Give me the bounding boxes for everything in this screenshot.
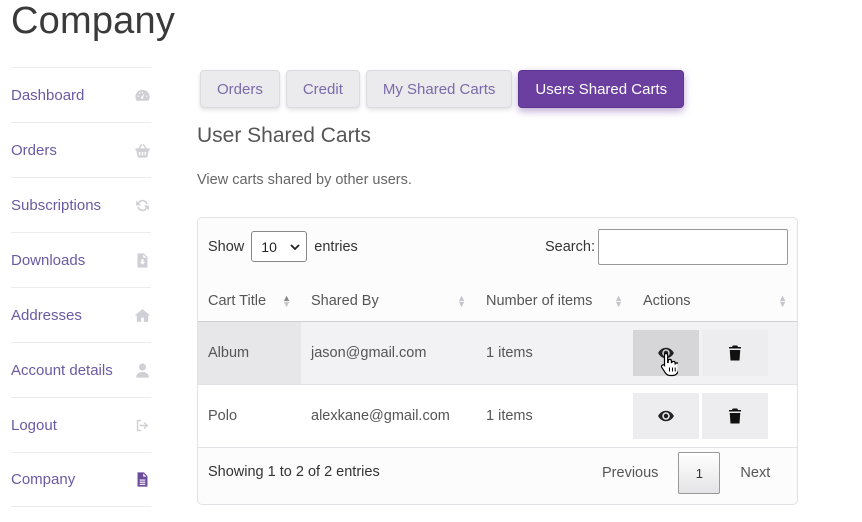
account-navigation: Dashboard Orders Subscriptions Downloads… (11, 67, 151, 507)
sidebar-item-addresses[interactable]: Addresses (11, 287, 151, 342)
sidebar-item-orders[interactable]: Orders (11, 122, 151, 177)
eye-icon (658, 347, 674, 359)
sign-out-icon (133, 416, 151, 434)
column-header-shared-by[interactable]: Shared By ▲ ▼ (301, 280, 476, 321)
sidebar-item-company[interactable]: Company (11, 452, 151, 507)
home-icon (133, 306, 151, 324)
sidebar-item-logout[interactable]: Logout (11, 397, 151, 452)
sort-icon: ▲ ▼ (614, 292, 623, 309)
section-title: User Shared Carts (197, 124, 371, 147)
view-cart-button[interactable] (633, 393, 699, 439)
eye-icon (658, 410, 674, 422)
column-header-cart-title[interactable]: Cart Title ▲ ▼ (198, 280, 301, 321)
section-description: View carts shared by other users. (197, 172, 412, 188)
tab-credit[interactable]: Credit (285, 70, 360, 108)
delete-cart-button[interactable] (702, 393, 768, 439)
entries-length-control: Show 10 entries (208, 231, 358, 262)
file-download-icon (133, 251, 151, 269)
sidebar-item-label: Logout (11, 416, 57, 434)
table-row: Polo alexkane@gmail.com 1 items (198, 385, 797, 448)
entries-label: entries (314, 238, 358, 255)
cell-cart-title: Polo (208, 408, 238, 424)
cell-actions (633, 322, 797, 384)
sidebar-item-label: Account details (11, 361, 113, 379)
cell-shared-by: jason@gmail.com (311, 345, 427, 361)
table-info: Showing 1 to 2 of 2 entries (208, 464, 380, 480)
view-cart-button[interactable] (633, 330, 699, 376)
tab-my-shared-carts[interactable]: My Shared Carts (365, 70, 513, 108)
column-header-label: Cart Title (208, 292, 267, 309)
table-header: Cart Title ▲ ▼ Shared By ▲ ▼ Number of ite… (198, 280, 797, 322)
sort-icon: ▲ ▼ (457, 292, 466, 309)
table-search: Search: (545, 229, 788, 265)
pagination-next[interactable]: Next (726, 452, 784, 494)
cell-number-of-items: 1 items (486, 345, 533, 361)
sidebar-item-downloads[interactable]: Downloads (11, 232, 151, 287)
tab-users-shared-carts[interactable]: Users Shared Carts (518, 70, 685, 108)
table-row: Album jason@gmail.com 1 items (198, 322, 797, 385)
column-header-actions[interactable]: Actions ▲ ▼ (633, 280, 797, 321)
entries-select-value: 10 (261, 238, 277, 255)
pagination-previous[interactable]: Previous (588, 452, 672, 494)
chevron-down-icon (290, 243, 300, 250)
column-header-number-of-items[interactable]: Number of items ▲ ▼ (476, 280, 633, 321)
user-icon (133, 361, 151, 379)
sidebar-item-account-details[interactable]: Account details (11, 342, 151, 397)
refresh-icon (133, 196, 151, 214)
trash-icon (729, 408, 741, 424)
column-header-label: Shared By (311, 292, 379, 309)
sidebar-item-label: Addresses (11, 306, 82, 324)
cell-shared-by: alexkane@gmail.com (311, 408, 450, 424)
pagination-page-current[interactable]: 1 (678, 452, 721, 494)
sidebar-item-label: Company (11, 471, 76, 488)
sidebar-item-label: Downloads (11, 251, 86, 269)
shared-carts-table-panel: Show 10 entries Search: Cart Title ▲ ▼ Sh… (197, 217, 798, 505)
sidebar-item-subscriptions[interactable]: Subscriptions (11, 177, 151, 232)
page-title: Company (11, 0, 176, 42)
sort-icon: ▲ ▼ (778, 292, 787, 309)
delete-cart-button[interactable] (702, 330, 768, 376)
basket-icon (133, 141, 151, 159)
dashboard-gauge-icon (133, 86, 151, 104)
account-tabs: Orders Credit My Shared Carts Users Shar… (200, 70, 685, 108)
file-text-icon (133, 471, 151, 489)
sidebar-item-label: Dashboard (11, 86, 85, 104)
search-input[interactable] (597, 229, 788, 265)
sidebar-item-dashboard[interactable]: Dashboard (11, 67, 151, 122)
sort-icon: ▲ ▼ (282, 292, 291, 309)
pagination: Previous 1 Next (588, 452, 784, 494)
sidebar-item-label: Orders (11, 141, 57, 159)
column-header-label: Number of items (486, 292, 593, 309)
trash-icon (729, 345, 741, 361)
cell-cart-title: Album (198, 322, 301, 384)
entries-select[interactable]: 10 (251, 231, 308, 262)
tab-orders[interactable]: Orders (200, 70, 280, 108)
column-header-label: Actions (643, 292, 691, 309)
show-label: Show (208, 238, 245, 255)
search-label: Search: (545, 239, 595, 255)
cell-actions (633, 385, 797, 447)
sidebar-item-label: Subscriptions (11, 196, 102, 214)
cell-number-of-items: 1 items (486, 408, 533, 424)
